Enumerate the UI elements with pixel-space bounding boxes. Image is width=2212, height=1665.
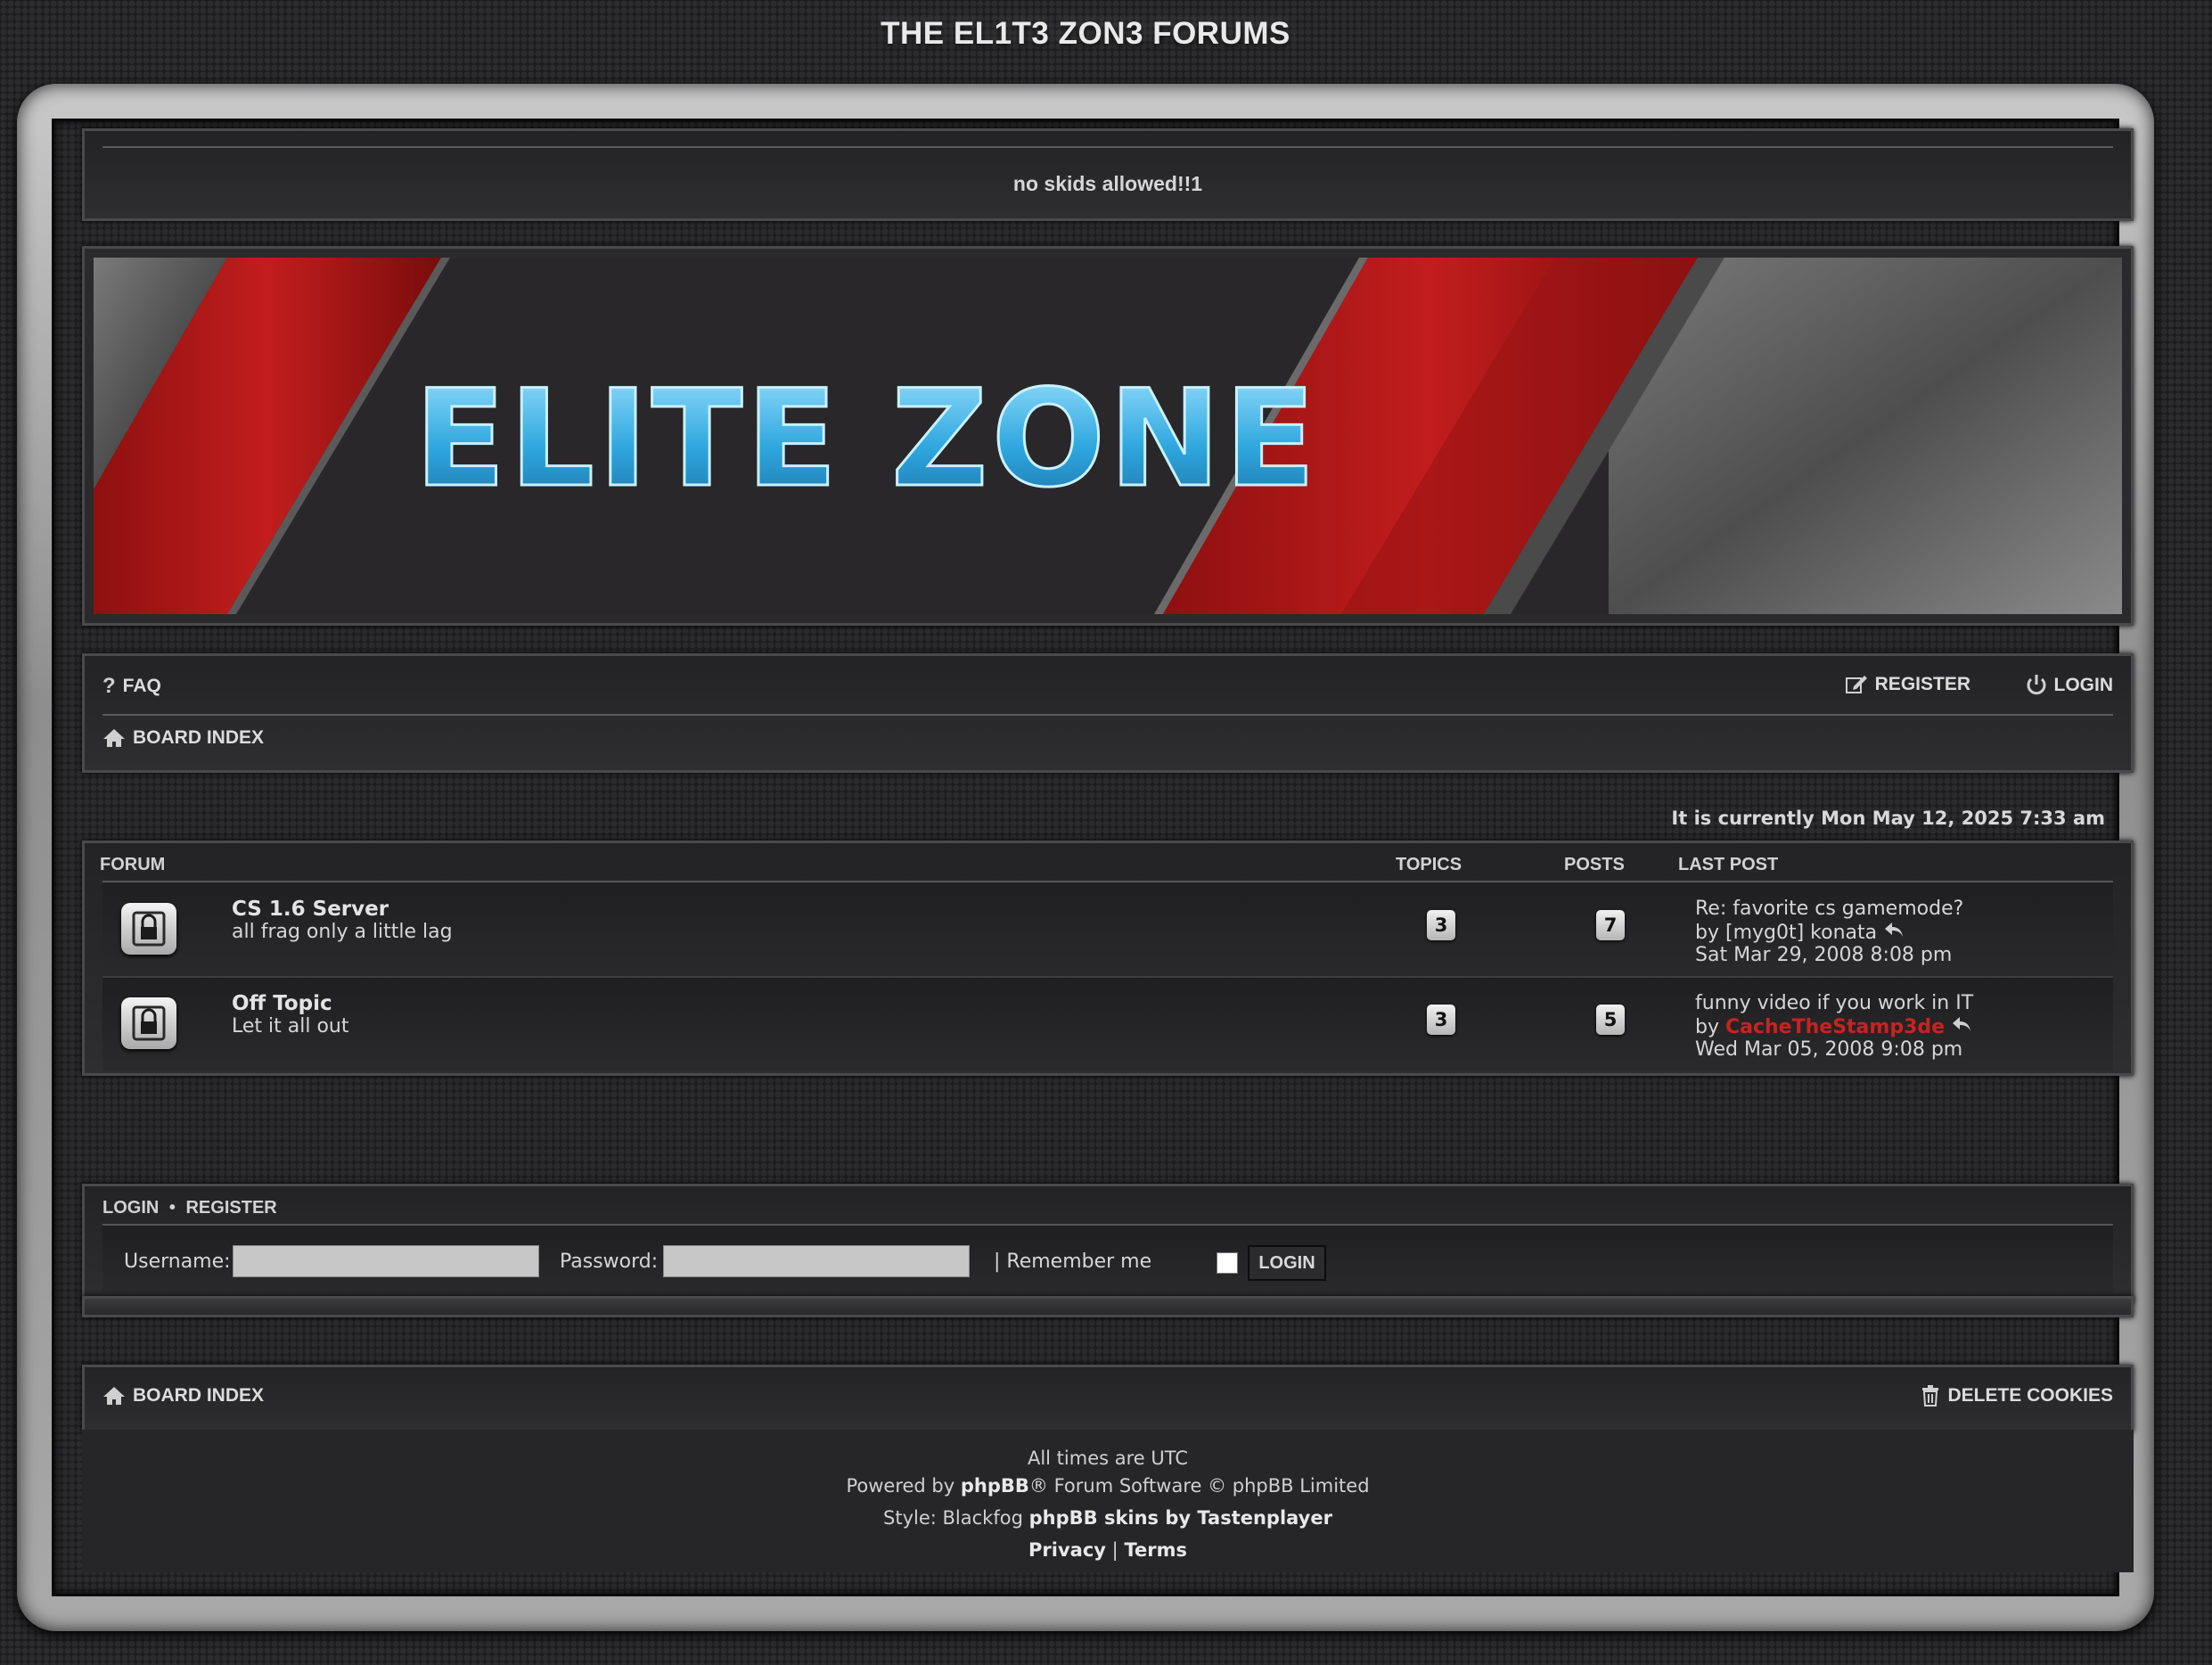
divider: [102, 881, 2113, 882]
last-post-author-line: by [myg0t] konata: [1695, 921, 1905, 944]
password-label: Password:: [560, 1251, 659, 1273]
register-label: REGISTER: [1874, 674, 1970, 694]
remember-me-label: | Remember me: [994, 1251, 1152, 1273]
bottom-navbar: BOARD INDEX DELETE COOKIES: [82, 1365, 2134, 1432]
quick-login-header: LOGIN • REGISTER: [102, 1198, 277, 1218]
delete-cookies-link[interactable]: DELETE COOKIES: [1921, 1385, 2113, 1407]
forum-description: all frag only a little lag: [232, 921, 453, 943]
edit-icon: [1845, 674, 1868, 695]
powered-by-prefix: Powered by: [846, 1475, 955, 1497]
navbar: ? FAQ REGISTER LOGIN BOARD INDEX: [82, 653, 2134, 773]
separator-dot: •: [168, 1198, 176, 1218]
last-post-column-header: LAST POST: [1678, 855, 1779, 874]
register-link[interactable]: REGISTER: [1845, 674, 1970, 695]
powered-by-line: Powered by phpBB® Forum Software © phpBB…: [82, 1475, 2134, 1497]
last-post-title-link[interactable]: funny video if you work in IT: [1695, 992, 1973, 1014]
timezone-note: All times are UTC: [1027, 1448, 1189, 1469]
site-title[interactable]: THE EL1T3 ZON3 FORUMS: [0, 16, 2171, 52]
banner-image[interactable]: ELITE ZONE: [94, 258, 2122, 614]
faq-link[interactable]: ? FAQ: [102, 674, 161, 699]
last-post-title-link[interactable]: Re: favorite cs gamemode?: [1695, 898, 1963, 920]
forum-list: FORUM TOPICS POSTS LAST POST CS 1.6 Serv…: [82, 841, 2134, 1076]
reply-arrow-icon[interactable]: [1883, 921, 1905, 939]
forum-locked-icon: [121, 903, 176, 955]
forum-title-link[interactable]: Off Topic: [232, 992, 332, 1015]
password-input[interactable]: [663, 1245, 970, 1277]
question-icon: ?: [102, 674, 116, 698]
forum-column-header: FORUM: [100, 855, 166, 874]
legal-separator: |: [1111, 1539, 1118, 1561]
forum-description: Let it all out: [232, 1015, 349, 1038]
style-prefix: Style: Blackfog: [883, 1507, 1023, 1529]
faq-label: FAQ: [122, 676, 161, 696]
trash-icon: [1921, 1385, 1940, 1407]
username-input[interactable]: [233, 1245, 539, 1277]
board-index-link[interactable]: BOARD INDEX: [102, 727, 264, 749]
by-prefix: by: [1695, 922, 1719, 944]
login-button[interactable]: LOGIN: [1248, 1245, 1326, 1281]
login-form: Username: Password: | Remember me LOGIN: [102, 1226, 2113, 1293]
topics-count: 3: [1427, 1005, 1455, 1035]
username-label: Username:: [124, 1251, 231, 1273]
privacy-link[interactable]: Privacy: [1028, 1539, 1106, 1561]
terms-link[interactable]: Terms: [1124, 1539, 1187, 1561]
by-prefix: by: [1695, 1016, 1719, 1038]
quick-login-panel: LOGIN • REGISTER Username: Password: | R…: [82, 1184, 2134, 1303]
divider: [102, 146, 2113, 148]
reply-arrow-icon[interactable]: [1951, 1015, 1972, 1033]
site-description: no skids allowed!!1: [1012, 172, 1203, 195]
last-post-author-link[interactable]: [myg0t] konata: [1725, 922, 1877, 944]
banner-logo-text: ELITE ZONE: [414, 362, 1319, 517]
posts-count: 7: [1596, 910, 1625, 940]
register-header-link[interactable]: REGISTER: [185, 1198, 276, 1218]
home-icon: [102, 1386, 126, 1406]
phpbb-link[interactable]: phpBB: [961, 1475, 1029, 1497]
board-index-label: BOARD INDEX: [133, 727, 265, 748]
last-post-author-line: by CacheTheStamp3de: [1695, 1015, 1972, 1038]
spacer-strip: [82, 1296, 2134, 1317]
posts-column-header: POSTS: [1564, 855, 1625, 874]
topics-column-header: TOPICS: [1396, 855, 1462, 874]
style-author-link[interactable]: phpBB skins by Tastenplayer: [1029, 1507, 1332, 1529]
last-post-author-link[interactable]: CacheTheStamp3de: [1725, 1016, 1945, 1038]
style-credit-line: Style: Blackfog phpBB skins by Tastenpla…: [82, 1507, 2134, 1529]
last-post-date: Sat Mar 29, 2008 8:08 pm: [1695, 944, 1953, 966]
footer: All times are UTC Powered by phpBB® Foru…: [82, 1430, 2134, 1572]
page-frame: no skids allowed!!1 ELITE ZONE ? FAQ REG…: [17, 84, 2154, 1631]
login-link[interactable]: LOGIN: [2026, 674, 2114, 697]
login-label: LOGIN: [2053, 675, 2114, 695]
current-time: It is currently Mon May 12, 2025 7:33 am: [1671, 808, 2105, 829]
site-description-panel: no skids allowed!!1: [82, 128, 2134, 221]
last-post-date: Wed Mar 05, 2008 9:08 pm: [1695, 1038, 1963, 1061]
login-header-link[interactable]: LOGIN: [102, 1198, 159, 1218]
forum-row: CS 1.6 Server all frag only a little lag…: [102, 883, 2113, 978]
page-inner: no skids allowed!!1 ELITE ZONE ? FAQ REG…: [52, 119, 2134, 1596]
topics-count: 3: [1427, 910, 1455, 940]
divider: [102, 714, 2113, 716]
powered-by-suffix: ® Forum Software © phpBB Limited: [1028, 1475, 1370, 1497]
forum-title-link[interactable]: CS 1.6 Server: [232, 898, 389, 921]
forum-row: Off Topic Let it all out 3 5 funny video…: [102, 978, 2113, 1070]
delete-cookies-label: DELETE COOKIES: [1947, 1385, 2113, 1406]
posts-count: 5: [1596, 1005, 1625, 1035]
board-index-label: BOARD INDEX: [133, 1385, 265, 1406]
legal-links: Privacy | Terms: [82, 1539, 2134, 1561]
remember-me-checkbox[interactable]: [1217, 1252, 1238, 1274]
banner-panel: ELITE ZONE: [82, 246, 2134, 626]
forum-locked-icon: [121, 997, 176, 1049]
power-icon: [2026, 674, 2047, 697]
home-icon: [102, 728, 126, 748]
board-index-link-bottom[interactable]: BOARD INDEX: [102, 1385, 264, 1407]
